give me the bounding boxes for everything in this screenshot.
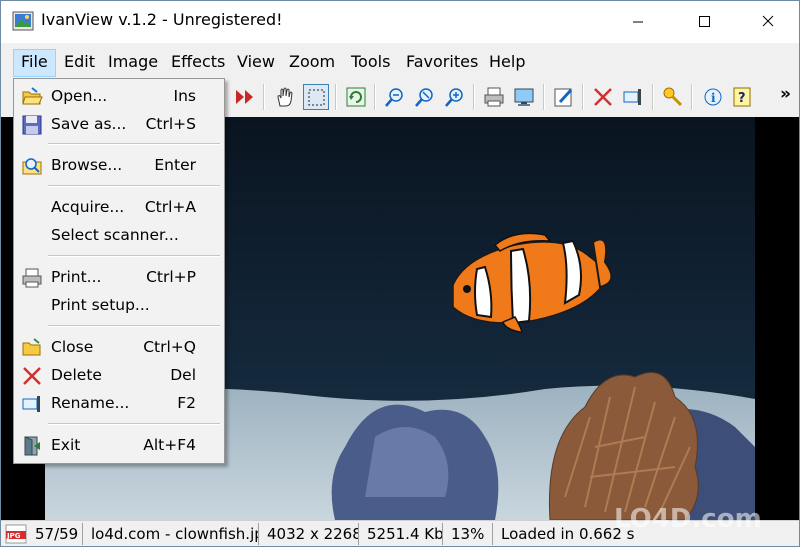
help-icon[interactable]: ?	[729, 84, 755, 110]
jpg-file-icon: JPG	[5, 524, 27, 544]
status-filename: lo4d.com - clownfish.jpg	[87, 523, 259, 545]
minimize-button[interactable]	[615, 1, 661, 43]
status-filesize: 5251.4 Kb	[363, 523, 443, 545]
exit-door-icon	[21, 435, 43, 457]
rename-icon	[21, 393, 43, 415]
menu-help[interactable]: Help	[482, 49, 532, 75]
open-folder-icon	[21, 86, 43, 108]
menu-item-close[interactable]: Close Ctrl+Q	[16, 335, 222, 361]
menu-item-select-scanner[interactable]: Select scanner...	[16, 223, 222, 249]
select-rectangle-icon[interactable]	[303, 84, 329, 110]
app-window: IvanView v.1.2 - Unregistered! File Edit…	[0, 0, 800, 547]
app-icon	[12, 11, 34, 31]
edit-icon[interactable]	[551, 84, 577, 110]
file-menu-dropdown: Open... Ins Save as... Ctrl+S Browse... …	[13, 78, 225, 464]
refresh-icon[interactable]	[343, 84, 369, 110]
status-dimensions: 4032 x 2268	[263, 523, 359, 545]
toolbar-overflow-icon[interactable]: »	[780, 84, 791, 104]
hand-icon[interactable]	[272, 84, 298, 110]
menu-item-open[interactable]: Open... Ins	[16, 84, 222, 110]
watermark: LO4D.com	[614, 504, 762, 534]
title-bar: IvanView v.1.2 - Unregistered!	[1, 1, 799, 43]
menu-item-print-setup[interactable]: Print setup...	[16, 293, 222, 319]
rename-icon[interactable]	[620, 84, 646, 110]
menu-item-acquire[interactable]: Acquire... Ctrl+A	[16, 195, 222, 221]
menu-view[interactable]: View	[230, 49, 282, 75]
printer-icon[interactable]	[481, 84, 507, 110]
menu-favorites[interactable]: Favorites	[399, 49, 485, 75]
svg-text:JPG: JPG	[6, 532, 21, 540]
status-zoom: 13%	[447, 523, 493, 545]
svg-text:?: ?	[738, 91, 746, 106]
zoom-out-icon[interactable]	[382, 84, 408, 110]
close-button[interactable]	[745, 1, 791, 43]
zoom-in-icon[interactable]	[442, 84, 468, 110]
menu-effects[interactable]: Effects	[164, 49, 232, 75]
maximize-button[interactable]	[681, 1, 727, 43]
status-position: 57/59	[31, 523, 83, 545]
svg-text:i: i	[711, 91, 716, 105]
menu-zoom[interactable]: Zoom	[282, 49, 342, 75]
menu-item-print[interactable]: Print... Ctrl+P	[16, 265, 222, 291]
key-icon[interactable]	[660, 84, 686, 110]
close-folder-icon	[21, 337, 43, 359]
menu-item-browse[interactable]: Browse... Enter	[16, 153, 222, 179]
delete-x-icon	[21, 365, 43, 387]
menu-bar: File Edit Image Effects View Zoom Tools …	[1, 47, 799, 77]
menu-image[interactable]: Image	[101, 49, 165, 75]
menu-file[interactable]: File	[13, 49, 56, 77]
monitor-icon[interactable]	[511, 84, 537, 110]
delete-icon[interactable]	[590, 84, 616, 110]
menu-item-save-as[interactable]: Save as... Ctrl+S	[16, 112, 222, 138]
browse-icon	[21, 155, 43, 177]
zoom-fit-icon[interactable]	[412, 84, 438, 110]
next-button[interactable]	[232, 84, 258, 110]
printer-icon	[21, 267, 43, 289]
menu-item-rename[interactable]: Rename... F2	[16, 391, 222, 417]
menu-item-exit[interactable]: Exit Alt+F4	[16, 433, 222, 459]
menu-edit[interactable]: Edit	[57, 49, 102, 75]
window-title: IvanView v.1.2 - Unregistered!	[41, 10, 283, 29]
floppy-disk-icon	[21, 114, 43, 136]
menu-item-delete[interactable]: Delete Del	[16, 363, 222, 389]
info-icon[interactable]: i	[699, 84, 725, 110]
menu-tools[interactable]: Tools	[344, 49, 397, 75]
